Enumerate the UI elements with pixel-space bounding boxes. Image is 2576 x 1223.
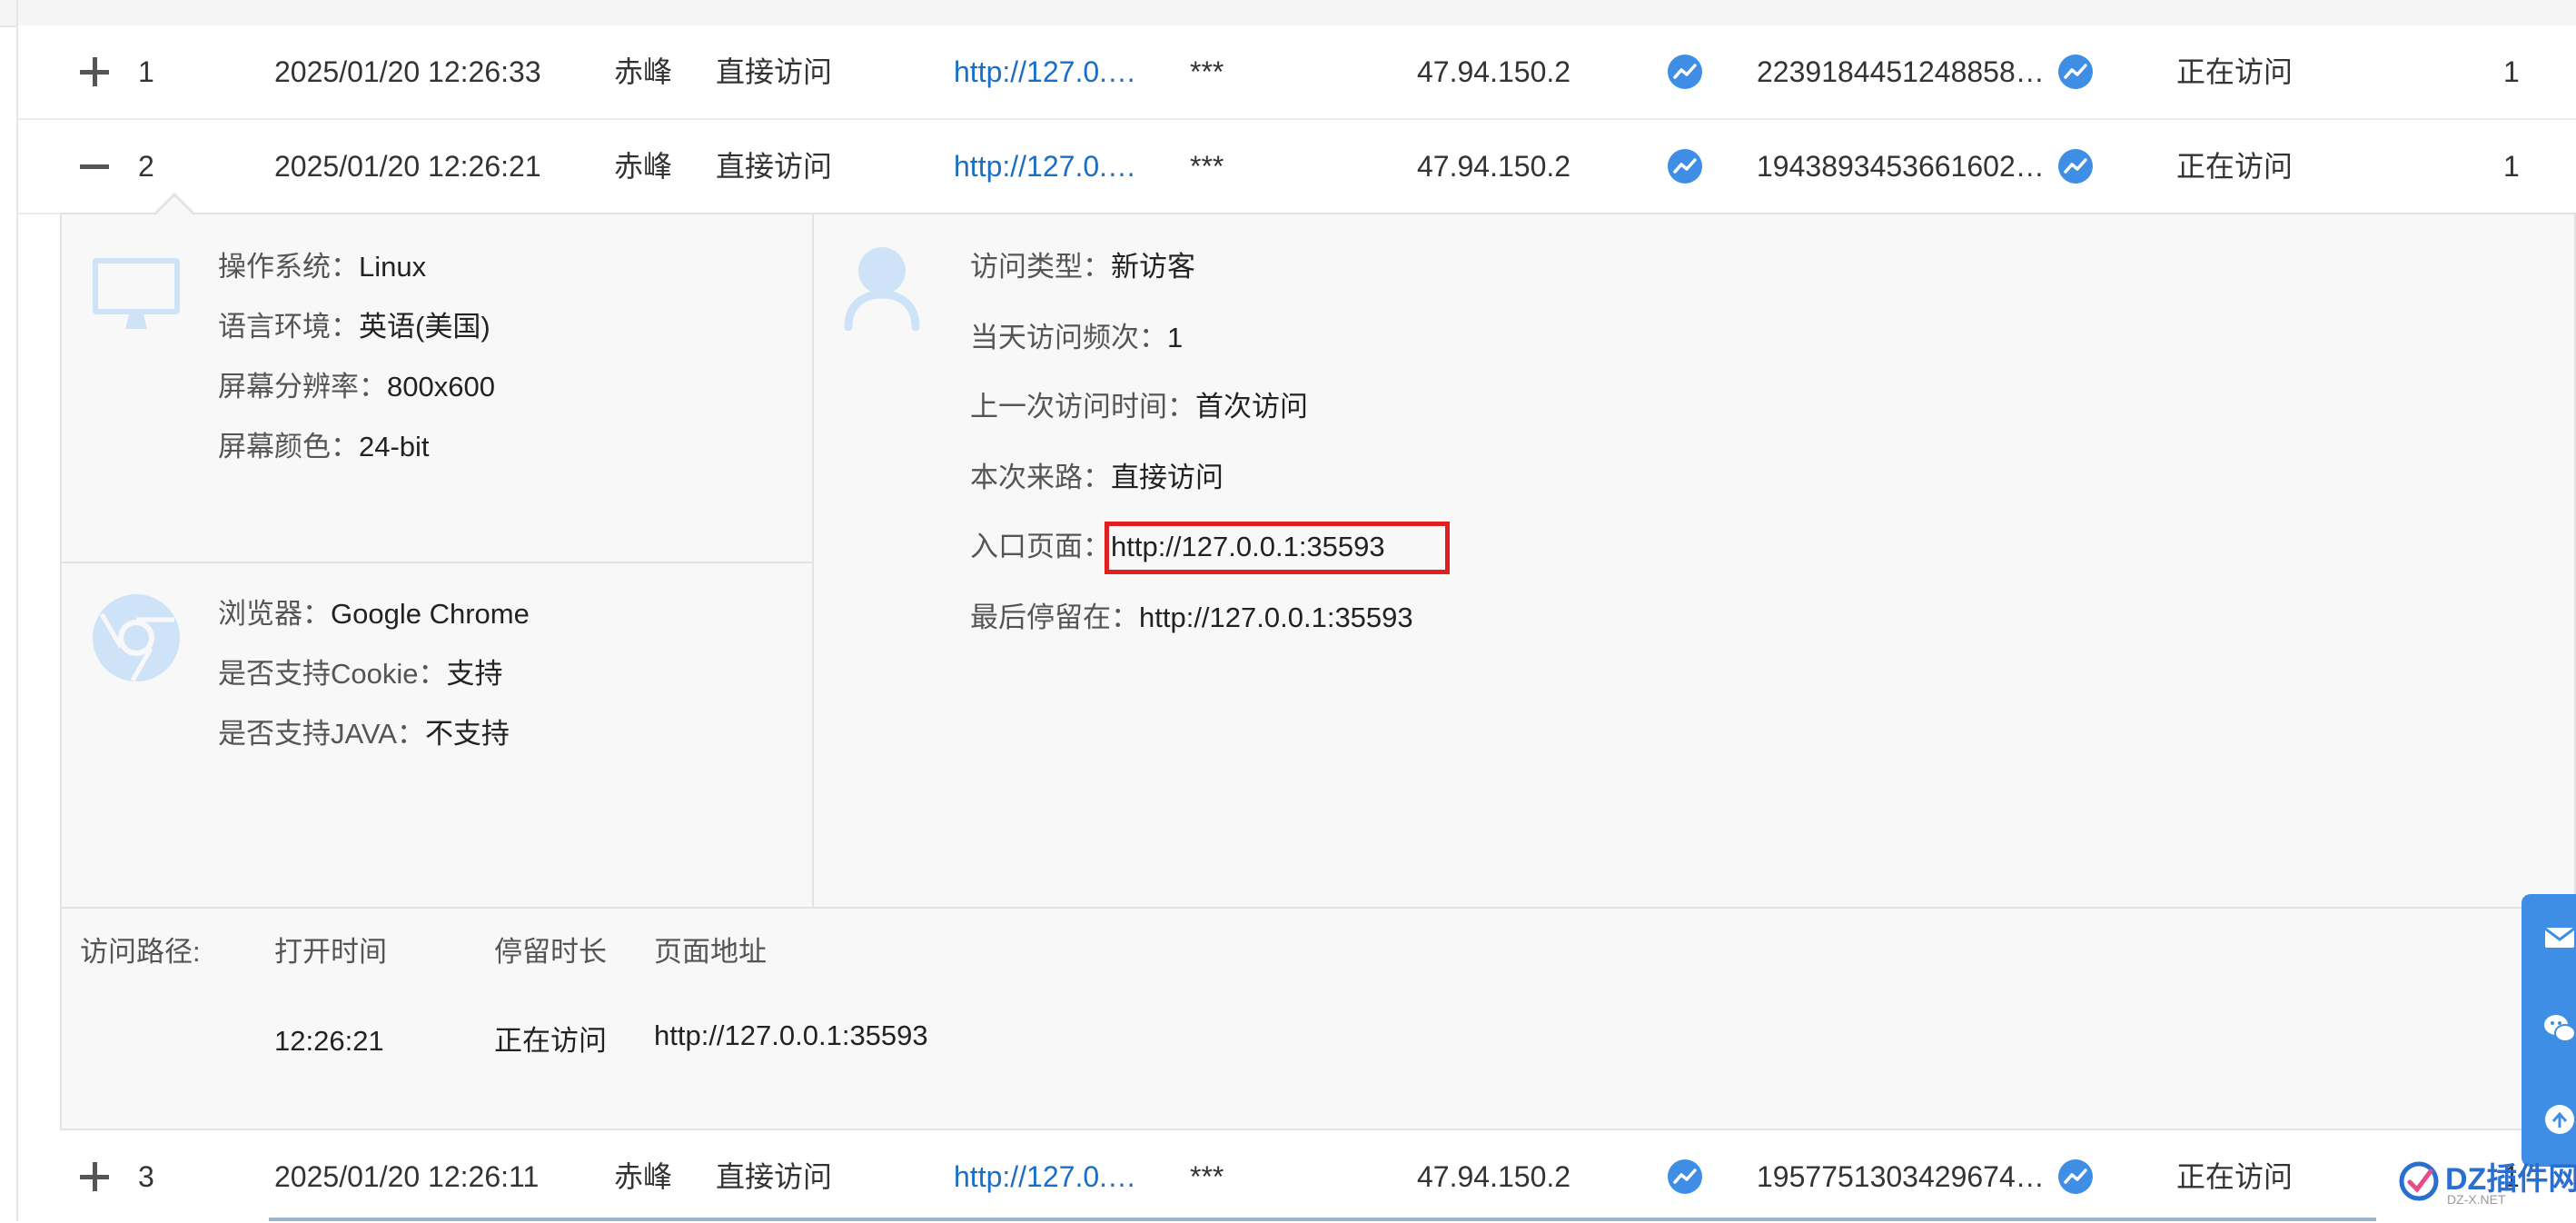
- expand-toggle[interactable]: [80, 1130, 111, 1223]
- visit-detail-panel: 操作系统：Linux 语言环境：英语(美国) 屏幕分辨率：800x600 屏幕颜…: [60, 213, 2576, 1130]
- referrer-info: 本次来路：直接访问: [970, 462, 1224, 493]
- browser-info: 浏览器：Google Chrome: [218, 598, 530, 630]
- last-page-info: 最后停留在：http://127.0.0.1:35593: [970, 602, 1413, 633]
- resolution-info: 屏幕分辨率：800x600: [218, 371, 495, 403]
- visit-status: 正在访问: [2176, 1160, 2294, 1193]
- trend-icon[interactable]: [1668, 55, 1702, 89]
- row-index: 1: [138, 55, 154, 88]
- visit-city: 赤峰: [614, 150, 673, 183]
- os-info: 操作系统：Linux: [218, 251, 427, 283]
- divider: [62, 562, 812, 563]
- language-info: 语言环境：英语(美国): [218, 311, 490, 343]
- path-header-page: 页面地址: [654, 936, 767, 968]
- visit-status: 正在访问: [2176, 150, 2294, 183]
- path-open-time: 12:26:21: [274, 1025, 384, 1057]
- visit-time: 2025/01/20 12:26:21: [274, 150, 541, 183]
- arrow-up-icon[interactable]: [2541, 1101, 2576, 1138]
- table-row[interactable]: 2 2025/01/20 12:26:21 赤峰 直接访问 http://127…: [18, 120, 2576, 214]
- visit-count: 1: [2503, 55, 2520, 88]
- trend-icon[interactable]: [1668, 149, 1702, 184]
- trend-icon[interactable]: [2058, 55, 2093, 89]
- row-index: 2: [138, 150, 154, 183]
- entry-url-link[interactable]: http://127.0.…: [954, 1130, 1136, 1223]
- last-visit-time-info: 上一次访问时间：首次访问: [970, 391, 1308, 423]
- expand-toggle[interactable]: [80, 25, 111, 118]
- cookie-support-info: 是否支持Cookie：支持: [218, 658, 503, 690]
- path-header-open-time: 打开时间: [274, 936, 387, 968]
- last-page-link[interactable]: http://127.0.0.1:35593: [1139, 602, 1413, 633]
- divider: [812, 214, 814, 907]
- java-support-info: 是否支持JAVA：不支持: [218, 718, 510, 750]
- user-icon: [841, 244, 923, 335]
- daily-frequency-info: 当天访问频次：1: [970, 322, 1184, 353]
- visit-path-label: 访问路径:: [80, 936, 201, 968]
- table-top-strip: [0, 0, 2576, 27]
- visitor-id: 1943893453661602…: [1757, 150, 2045, 183]
- trend-icon[interactable]: [2058, 149, 2093, 184]
- trend-icon[interactable]: [2058, 1159, 2093, 1194]
- wechat-icon[interactable]: [2541, 1010, 2576, 1047]
- table-row[interactable]: 3 2025/01/20 12:26:11 赤峰 直接访问 http://127…: [18, 1130, 2576, 1223]
- entry-url-link[interactable]: http://127.0.…: [954, 120, 1136, 213]
- detail-caret-inner: [156, 196, 193, 214]
- visit-source: 直接访问: [716, 150, 833, 183]
- ip-address: 47.94.150.2: [1417, 55, 1571, 88]
- ip-address: 47.94.150.2: [1417, 150, 1571, 183]
- watermark: DZ插件网 DZ-X.NET: [2398, 1154, 2576, 1207]
- divider: [62, 907, 2576, 909]
- mail-icon[interactable]: [2541, 920, 2576, 956]
- watermark-logo-icon: [2398, 1160, 2440, 1202]
- visit-city: 赤峰: [614, 1160, 673, 1193]
- path-header-duration: 停留时长: [494, 936, 607, 968]
- visitor-id: 1957751303429674…: [1757, 1160, 2045, 1193]
- chrome-icon: [91, 592, 182, 688]
- highlight-box: [1105, 522, 1450, 574]
- visit-time: 2025/01/20 12:26:11: [274, 1160, 540, 1193]
- collapse-toggle[interactable]: [80, 120, 111, 213]
- keyword: ***: [1190, 1160, 1224, 1193]
- trend-icon[interactable]: [1668, 1159, 1702, 1194]
- visit-count: 1: [2503, 150, 2520, 183]
- visitor-id: 2239184451248858…: [1757, 55, 2045, 88]
- floating-toolbar: [2522, 894, 2576, 1167]
- visit-source: 直接访问: [716, 55, 833, 88]
- visit-source: 直接访问: [716, 1160, 833, 1193]
- color-depth-info: 屏幕颜色：24-bit: [218, 431, 430, 462]
- ip-address: 47.94.150.2: [1417, 1160, 1571, 1193]
- scrollbar-track[interactable]: [269, 1218, 2376, 1221]
- visit-city: 赤峰: [614, 55, 673, 88]
- row-index: 3: [138, 1160, 154, 1193]
- visit-time: 2025/01/20 12:26:33: [274, 55, 541, 88]
- table-row[interactable]: 1 2025/01/20 12:26:33 赤峰 直接访问 http://127…: [18, 25, 2576, 120]
- keyword: ***: [1190, 150, 1224, 183]
- path-duration: 正在访问: [494, 1025, 607, 1057]
- visit-type-info: 访问类型：新访客: [970, 251, 1195, 283]
- monitor-icon: [91, 256, 182, 343]
- keyword: ***: [1190, 55, 1224, 88]
- visit-status: 正在访问: [2176, 55, 2294, 88]
- entry-url-link[interactable]: http://127.0.…: [954, 25, 1136, 118]
- path-page-link[interactable]: http://127.0.0.1:35593: [654, 1018, 928, 1054]
